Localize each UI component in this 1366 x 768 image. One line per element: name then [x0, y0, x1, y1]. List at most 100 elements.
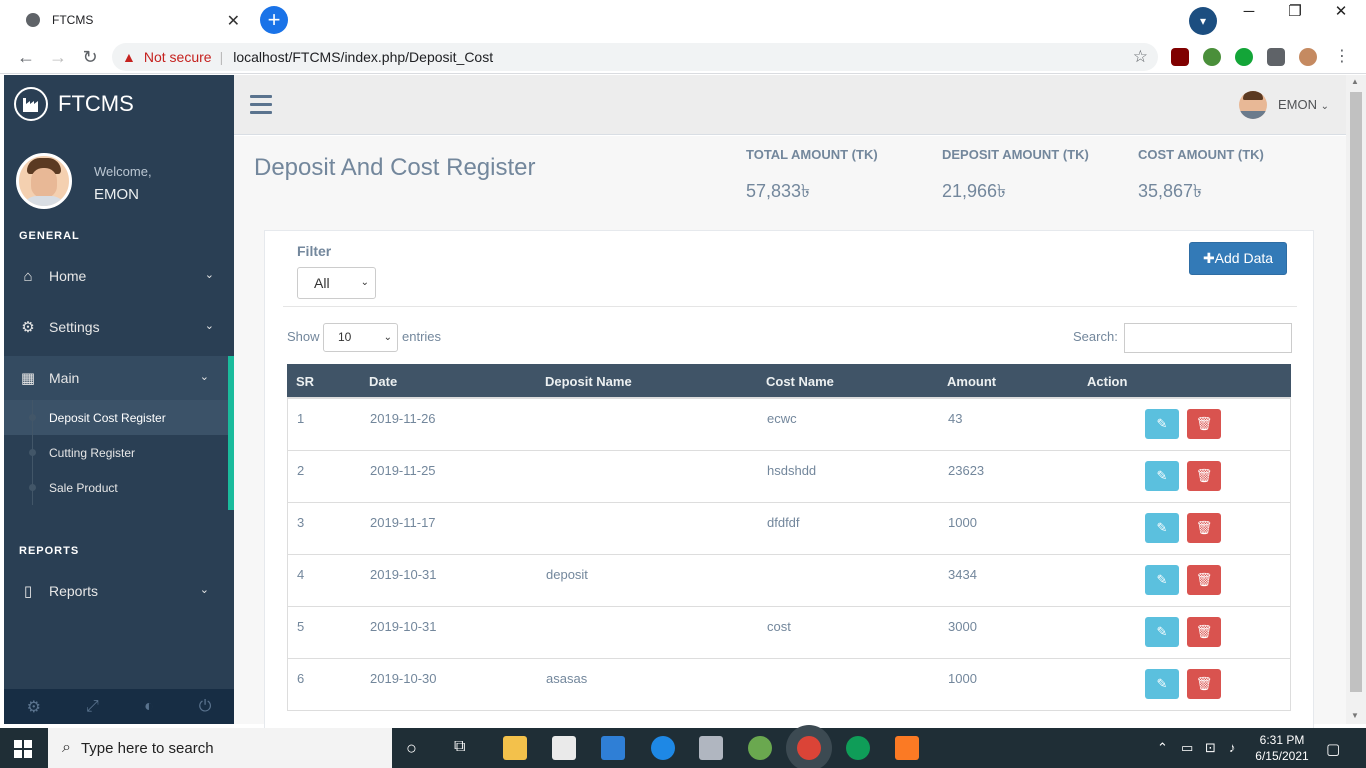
- user-avatar[interactable]: [1239, 91, 1267, 119]
- forward-icon[interactable]: →: [46, 46, 70, 68]
- extension-icon[interactable]: [1235, 48, 1253, 66]
- user-menu[interactable]: EMON ⌄: [1278, 97, 1329, 112]
- filter-select[interactable]: All ⌄: [297, 267, 376, 299]
- entries-label: entries: [402, 329, 442, 344]
- notifications-icon[interactable]: ▢: [1326, 740, 1340, 758]
- col-action[interactable]: Action: [1087, 374, 1127, 389]
- brand-logo[interactable]: FTCMS: [14, 87, 134, 121]
- cell-amount: 1000: [948, 671, 977, 686]
- cell-sr: 4: [297, 567, 305, 582]
- sidebar-item-label: Settings: [49, 319, 100, 335]
- volume-icon[interactable]: ♪: [1229, 740, 1236, 755]
- browser-profile-icon[interactable]: ▾: [1189, 7, 1217, 35]
- mail-icon[interactable]: [601, 736, 625, 760]
- col-amount[interactable]: Amount: [947, 374, 996, 389]
- cortana-icon[interactable]: ○: [406, 738, 417, 759]
- main-content: Deposit And Cost Register TOTAL AMOUNT (…: [234, 136, 1346, 750]
- close-window-button[interactable]: ✕: [1318, 0, 1364, 40]
- scroll-up-icon[interactable]: ▲: [1351, 77, 1359, 86]
- delete-button[interactable]: 🗑: [1187, 617, 1221, 647]
- col-cost-name[interactable]: Cost Name: [766, 374, 834, 389]
- task-view-icon[interactable]: ⧉: [454, 738, 465, 756]
- submenu-item-sale-product[interactable]: Sale Product: [4, 470, 228, 505]
- settings-icon[interactable]: ⚙: [27, 697, 41, 717]
- fullscreen-icon[interactable]: ⤢: [86, 698, 99, 716]
- show-label: Show: [287, 329, 320, 344]
- data-table: SR Date Deposit Name Cost Name Amount Ac…: [287, 364, 1291, 711]
- delete-button[interactable]: 🗑: [1187, 513, 1221, 543]
- page-scrollbar[interactable]: ▲ ▼: [1346, 75, 1366, 724]
- search-input[interactable]: [1124, 323, 1292, 353]
- delete-button[interactable]: 🗑: [1187, 409, 1221, 439]
- delete-button[interactable]: 🗑: [1187, 669, 1221, 699]
- restore-button[interactable]: ❐: [1272, 0, 1318, 40]
- close-tab-icon[interactable]: ✕: [227, 11, 240, 31]
- cell-amount: 23623: [948, 463, 985, 478]
- clock-time: 6:31 PM: [1259, 733, 1305, 747]
- power-icon[interactable]: ⏻: [199, 698, 212, 716]
- edit-button[interactable]: ✎: [1145, 513, 1179, 543]
- scroll-thumb[interactable]: [1350, 92, 1362, 692]
- sidebar-item-home[interactable]: ⌂ Home ⌄: [4, 254, 234, 298]
- col-date[interactable]: Date: [369, 374, 397, 389]
- table-body: 1 2019-11-26 ecwc 43 ✎ 🗑 2 2019-11-25 hsdshdd 236…: [287, 399, 1291, 711]
- extension-icon[interactable]: [1203, 48, 1221, 66]
- entries-select[interactable]: 10 ⌄: [323, 323, 398, 352]
- new-tab-button[interactable]: +: [260, 6, 288, 34]
- minimize-button[interactable]: ─: [1226, 0, 1272, 40]
- chrome-icon[interactable]: [797, 736, 821, 760]
- battery-icon[interactable]: ▭: [1181, 740, 1193, 756]
- reload-icon[interactable]: ↻: [78, 46, 102, 68]
- chevron-down-icon: ⌄: [204, 269, 214, 281]
- windows-start-icon[interactable]: [14, 740, 32, 758]
- delete-button[interactable]: 🗑: [1187, 565, 1221, 595]
- sidebar-item-reports[interactable]: ▯ Reports ⌄: [4, 569, 234, 613]
- cell-date: 2019-11-25: [370, 463, 436, 478]
- clock[interactable]: 6:31 PM 6/15/2021: [1252, 732, 1312, 764]
- stat-total-value: 57,833৳: [746, 181, 811, 201]
- cell-amount: 43: [948, 411, 963, 426]
- profile-avatar-icon[interactable]: [1299, 48, 1317, 66]
- page-title: Deposit And Cost Register: [254, 154, 536, 181]
- hamburger-menu-icon[interactable]: [250, 95, 272, 119]
- edit-button[interactable]: ✎: [1145, 461, 1179, 491]
- store-icon[interactable]: [552, 736, 576, 760]
- xampp-icon[interactable]: [895, 736, 919, 760]
- add-data-button[interactable]: ✚Add Data: [1189, 242, 1287, 275]
- extensions-puzzle-icon[interactable]: [1267, 48, 1285, 66]
- app-icon[interactable]: [699, 736, 723, 760]
- delete-button[interactable]: 🗑: [1187, 461, 1221, 491]
- tray-chevron-up-icon[interactable]: ⌃: [1157, 740, 1168, 756]
- col-sr[interactable]: SR: [296, 374, 314, 389]
- scroll-down-icon[interactable]: ▼: [1351, 711, 1359, 720]
- chevron-down-icon: ⌄: [360, 277, 369, 288]
- chevron-down-icon: ⌄: [199, 584, 209, 596]
- sidebar-item-main[interactable]: ▦ Main ⌄: [4, 356, 234, 400]
- omnibox[interactable]: ▲ Not secure | localhost/FTCMS/index.php…: [112, 43, 1158, 71]
- file-explorer-icon[interactable]: [503, 736, 527, 760]
- col-deposit-name[interactable]: Deposit Name: [545, 374, 632, 389]
- tab-title: FTCMS: [52, 13, 94, 27]
- edit-button[interactable]: ✎: [1145, 669, 1179, 699]
- cell-sr: 1: [297, 411, 305, 426]
- menu-kebab-icon[interactable]: ⋮: [1330, 46, 1354, 68]
- sidebar-item-settings[interactable]: ⚙ Settings ⌄: [4, 305, 234, 349]
- sidebar-footer: ⚙ ⤢ ◐ ⏻: [4, 689, 234, 724]
- cell-deposit: deposit: [546, 567, 588, 582]
- network-icon[interactable]: ⊡: [1205, 740, 1216, 756]
- submenu-item-cutting-register[interactable]: Cutting Register: [4, 435, 228, 470]
- browser-tab[interactable]: FTCMS ✕: [8, 0, 250, 40]
- submenu-item-deposit-cost-register[interactable]: Deposit Cost Register: [4, 400, 228, 435]
- ublock-extension-icon[interactable]: [1171, 48, 1189, 66]
- taskbar-search-box[interactable]: ⌕ Type here to search: [48, 728, 392, 768]
- cell-date: 2019-10-30: [370, 671, 437, 686]
- edit-button[interactable]: ✎: [1145, 409, 1179, 439]
- edit-button[interactable]: ✎: [1145, 617, 1179, 647]
- bookmark-star-icon[interactable]: ☆: [1133, 47, 1148, 67]
- eye-slash-icon[interactable]: ◐: [144, 698, 154, 716]
- edit-button[interactable]: ✎: [1145, 565, 1179, 595]
- hangouts-icon[interactable]: [846, 736, 870, 760]
- back-icon[interactable]: ←: [14, 46, 38, 68]
- edge-icon[interactable]: [651, 736, 675, 760]
- app-icon[interactable]: [748, 736, 772, 760]
